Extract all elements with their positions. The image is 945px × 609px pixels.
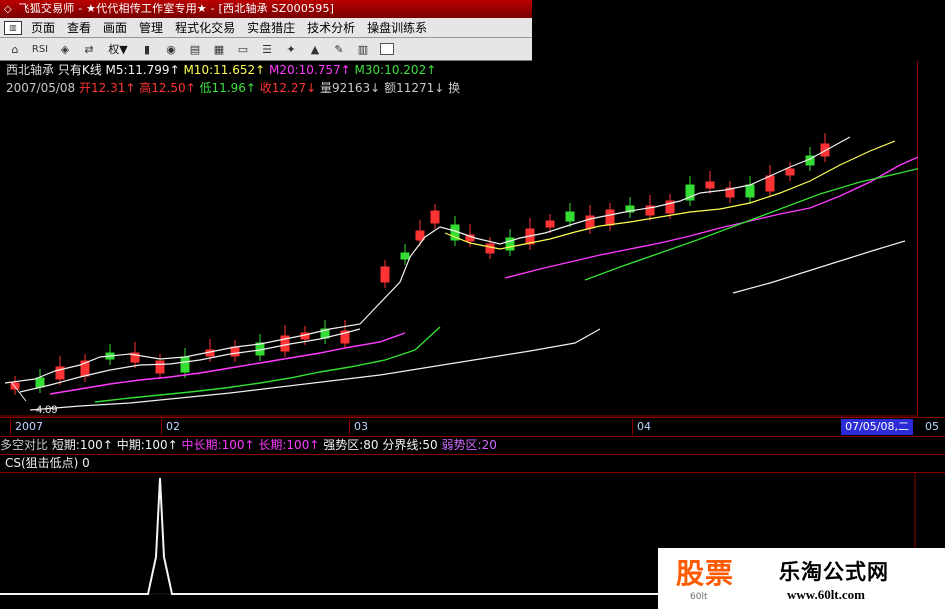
date-tick-04: 04 [632, 419, 651, 435]
candle-body [485, 243, 495, 254]
menu-screen[interactable]: 画面 [100, 19, 136, 36]
candle-body [785, 168, 795, 176]
menu-live-trading[interactable]: 实盘猎庄 [244, 19, 304, 36]
date-tick-03: 03 [349, 419, 368, 435]
date-axis: 2007 02 03 04 07/05/08,二 05 [0, 417, 945, 437]
date-tick-05: 05 [925, 420, 939, 433]
stock-name: 西北轴承 [6, 63, 55, 77]
date-tick-2007: 2007 [10, 419, 43, 435]
ma30-value: M30:10.202↑ [354, 63, 437, 77]
candle-body [400, 252, 410, 260]
watermark-site-name: 乐淘公式网 [779, 560, 889, 584]
app-icon: ◇ [4, 4, 12, 15]
low-price: 低11.96↑ [199, 81, 256, 95]
ma10-value: M10:11.652↑ [183, 63, 266, 77]
turnover-truncated: 换 [448, 81, 461, 95]
candle-body [820, 143, 830, 157]
clipboard-icon[interactable]: ▦ [208, 40, 230, 58]
long-term-value: 长期:100↑ [258, 438, 320, 452]
settings-icon[interactable]: ✦ [280, 40, 302, 58]
selected-date-marker[interactable]: 07/05/08,二 [841, 419, 913, 435]
window-title: 飞狐交易师 - ★代代相传工作室专用★ - [西北轴承 SZ000595] [18, 2, 335, 15]
candle-body [545, 220, 555, 228]
app-logo-icon[interactable]: ▥ [4, 20, 22, 35]
menu-technical-analysis[interactable]: 技术分析 [304, 19, 364, 36]
quote-info-bar: 2007/05/08 开12.31↑ 高12.50↑ 低11.96↑ 收12.2… [6, 79, 460, 97]
chevron-down-icon: ▼ [119, 42, 128, 56]
menu-program-trading[interactable]: 程式化交易 [172, 19, 244, 36]
ma20-value: M20:10.757↑ [269, 63, 351, 77]
candle-body [155, 360, 165, 374]
app-root: ◇ 飞狐交易师 - ★代代相传工作室专用★ - [西北轴承 SZ000595] … [0, 0, 945, 609]
watermark-small-text: 60lt [690, 592, 708, 602]
candle-body [430, 210, 440, 224]
quote-date: 2007/05/08 [6, 81, 76, 95]
menu-manage[interactable]: 管理 [136, 19, 172, 36]
close-price: 收12.27↓ [259, 81, 317, 95]
candle-body [765, 175, 775, 192]
menu-practice[interactable]: 操盘训练系 [364, 19, 436, 36]
grid-icon[interactable]: ◈ [54, 40, 76, 58]
high-price: 高12.50↑ [139, 81, 196, 95]
candles-icon[interactable]: ▮ [136, 40, 158, 58]
alarm-icon[interactable]: ▲ [304, 40, 326, 58]
mid-term-value: 中期:100↑ [116, 438, 178, 452]
window-icon[interactable] [376, 40, 398, 58]
toolbar: ⌂ RSI ◈ ⇄ 权 ▼ ▮ ◉ ▤ ▦ ▭ ☰ ✦ ▲ ✎ ▥ [0, 38, 532, 61]
book-icon[interactable]: ▭ [232, 40, 254, 58]
mid-long-term-value: 中长期:100↑ [181, 438, 255, 452]
strong-zone-value: 强势区:80 [323, 438, 379, 452]
watermark-url: www.60lt.com [787, 587, 865, 602]
window-title-bar: ◇ 飞狐交易师 - ★代代相传工作室专用★ - [西北轴承 SZ000595] [0, 0, 532, 18]
zoom-icon[interactable]: ◉ [160, 40, 182, 58]
bar-chart-icon[interactable]: ▥ [352, 40, 374, 58]
weak-zone-value: 弱势区:20 [441, 438, 497, 452]
watermark-stock-text: 股票 [676, 557, 735, 590]
cs-indicator-label: CS(狙击低点) 0 [0, 455, 945, 473]
calculator-icon[interactable]: ▤ [184, 40, 206, 58]
price-adjust-button[interactable]: 权 ▼ [102, 40, 134, 58]
candle-body [605, 209, 615, 226]
edit-icon[interactable]: ✎ [328, 40, 350, 58]
candle-body [705, 181, 715, 189]
short-term-value: 短期:100↑ [51, 438, 113, 452]
date-tick-02: 02 [161, 419, 180, 435]
candle-body [230, 346, 240, 357]
kline-chart: 4.09 [0, 61, 926, 417]
kline-chart-svg: 4.09 [0, 133, 926, 417]
low-price-label: 4.09 [36, 404, 57, 416]
open-price: 开12.31↑ [79, 81, 136, 95]
indicator-legend: 多空对比 短期:100↑ 中期:100↑ 中长期:100↑ 长期:100↑ 强势… [0, 437, 945, 455]
candle-body [180, 356, 190, 373]
rsi-icon[interactable]: RSI [28, 40, 52, 58]
menu-page[interactable]: 页面 [28, 19, 64, 36]
candle-body [565, 211, 575, 222]
amount-value: 额11271↓ [384, 81, 445, 95]
watermark-banner: 股票 60lt 乐淘公式网 www.60lt.com [658, 548, 945, 609]
menu-view[interactable]: 查看 [64, 19, 100, 36]
candle-body [745, 184, 755, 198]
watermark-right: 乐淘公式网 www.60lt.com [763, 549, 945, 609]
ma5-value: M5:11.799↑ [105, 63, 180, 77]
watermark-left: 股票 60lt [658, 549, 763, 609]
open-folder-icon[interactable]: ⌂ [4, 40, 26, 58]
candle-body [35, 377, 45, 388]
candle-body [380, 266, 390, 283]
chart-mode: 只有K线 [57, 63, 102, 77]
boundary-value: 分界线:50 [382, 438, 438, 452]
ma20-line [49, 332, 406, 395]
volume-value: 量92163↓ [320, 81, 381, 95]
compare-icon[interactable]: ⇄ [78, 40, 100, 58]
indicator-name: 多空对比 [0, 438, 49, 452]
menu-bar: ▥ 页面 查看 画面 管理 程式化交易 实盘猎庄 技术分析 操盘训练系 [0, 18, 532, 38]
ma-info-bar: 西北轴承 只有K线 M5:11.799↑ M10:11.652↑ M20:10.… [6, 61, 436, 79]
long-ma-upper-line [732, 240, 906, 294]
ma5-line [4, 136, 851, 384]
price-adjust-label: 权 [108, 43, 120, 56]
list-icon[interactable]: ☰ [256, 40, 278, 58]
candle-body [415, 230, 425, 241]
candle-body [585, 215, 595, 229]
